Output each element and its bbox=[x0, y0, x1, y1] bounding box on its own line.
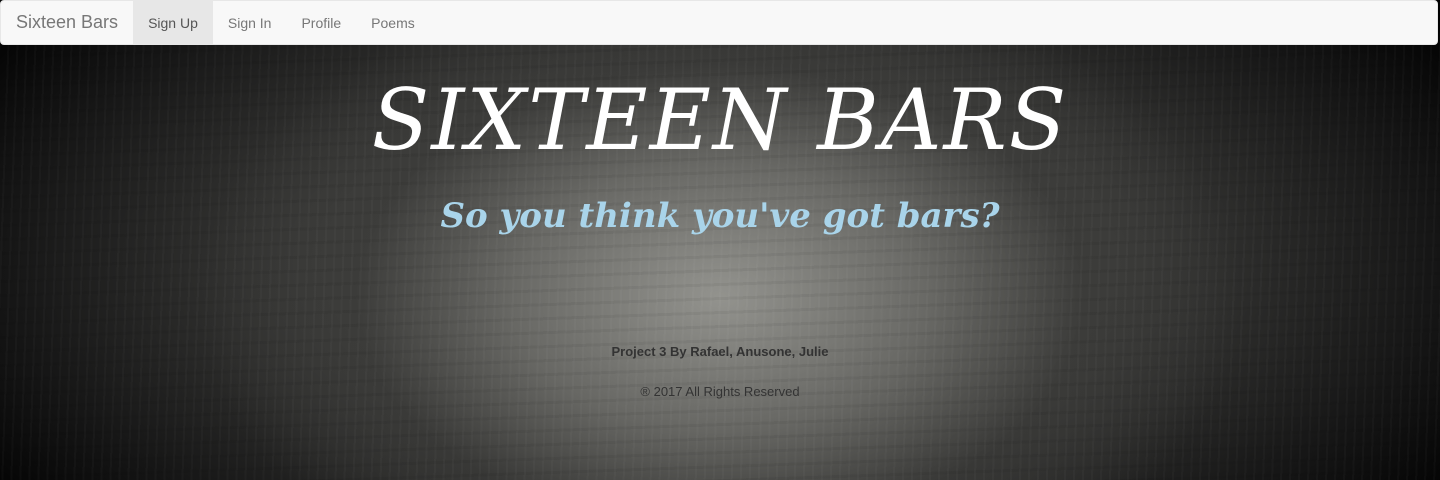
hero-subtitle: So you think you've got bars? bbox=[440, 196, 1000, 236]
footer-credit: Project 3 By Rafael, Anusone, Julie bbox=[611, 344, 829, 359]
nav-sign-in[interactable]: Sign In bbox=[213, 1, 287, 44]
nav-sign-up[interactable]: Sign Up bbox=[133, 1, 213, 44]
brand-link[interactable]: Sixteen Bars bbox=[1, 1, 133, 44]
top-navbar: Sixteen Bars Sign Up Sign In Profile Poe… bbox=[0, 0, 1438, 45]
footer-copyright: ® 2017 All Rights Reserved bbox=[640, 384, 800, 399]
nav-profile[interactable]: Profile bbox=[286, 1, 356, 44]
nav-poems[interactable]: Poems bbox=[356, 1, 430, 44]
hero-title: SIXTEEN BARS bbox=[371, 71, 1069, 169]
